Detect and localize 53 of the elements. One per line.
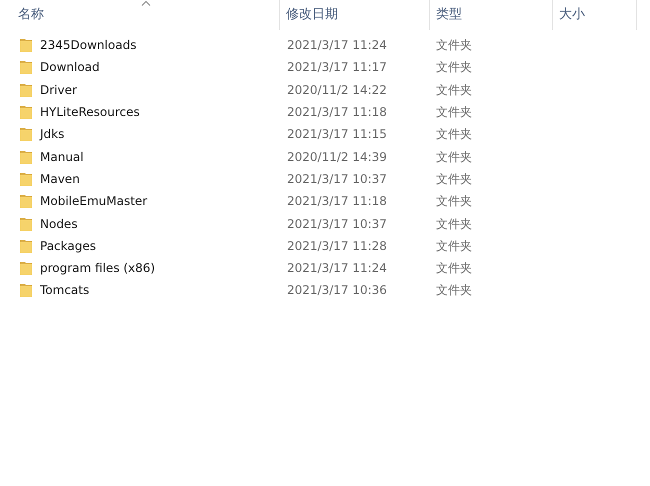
- file-type: 文件夹: [436, 216, 472, 233]
- file-name[interactable]: HYLiteResources: [40, 103, 140, 122]
- file-name[interactable]: Maven: [40, 170, 80, 188]
- folder-icon: [20, 172, 32, 186]
- file-name[interactable]: program files (x86): [40, 259, 156, 278]
- folder-icon: [20, 216, 32, 231]
- file-type: 文件夹: [436, 37, 472, 54]
- modified-date: 2021/3/17 11:15: [287, 126, 387, 144]
- modified-date: 2021/3/17 10:36: [287, 282, 387, 300]
- file-name[interactable]: Driver: [40, 80, 77, 99]
- folder-icon: [20, 38, 32, 52]
- modified-date: 2021/3/17 11:18: [287, 193, 387, 210]
- modified-date: 2021/3/17 10:37: [287, 170, 387, 188]
- folder-icon: [20, 105, 32, 120]
- file-type: 文件夹: [436, 260, 472, 278]
- file-type: 文件夹: [436, 82, 472, 99]
- column-header[interactable]: 类型: [436, 5, 462, 25]
- folder-icon: [20, 261, 32, 276]
- file-type: 文件夹: [436, 59, 472, 76]
- file-name[interactable]: Manual: [40, 148, 84, 166]
- file-type: 文件夹: [436, 126, 472, 144]
- file-type: 文件夹: [436, 148, 472, 166]
- column-header[interactable]: 大小: [559, 5, 585, 25]
- folder-icon: [20, 127, 32, 142]
- file-name[interactable]: Tomcats: [40, 281, 90, 300]
- folder-icon: [20, 283, 32, 298]
- file-type: 文件夹: [436, 104, 472, 122]
- folder-icon: [20, 150, 32, 164]
- modified-date: 2020/11/2 14:39: [287, 148, 387, 166]
- file-name[interactable]: Nodes: [40, 214, 78, 233]
- file-type: 文件夹: [436, 170, 472, 188]
- folder-icon: [20, 194, 32, 208]
- modified-date: 2021/3/17 11:28: [287, 238, 387, 255]
- column-header[interactable]: 名称: [18, 5, 44, 25]
- file-name[interactable]: Download: [40, 58, 100, 76]
- modified-date: 2020/11/2 14:22: [287, 82, 387, 99]
- file-name[interactable]: Packages: [40, 236, 96, 255]
- file-name[interactable]: 2345Downloads: [40, 36, 136, 54]
- sort-ascending-icon: [140, 0, 150, 6]
- file-type: 文件夹: [436, 193, 472, 210]
- folder-icon: [20, 60, 32, 74]
- file-name[interactable]: MobileEmuMaster: [40, 192, 148, 210]
- folder-icon: [20, 238, 32, 253]
- modified-date: 2021/3/17 11:24: [287, 37, 387, 54]
- modified-date: 2021/3/17 10:37: [287, 216, 387, 233]
- column-header[interactable]: 修改日期: [286, 5, 338, 25]
- modified-date: 2021/3/17 11:17: [287, 59, 387, 76]
- file-type: 文件夹: [436, 238, 472, 255]
- modified-date: 2021/3/17 11:24: [287, 260, 387, 278]
- folder-icon: [20, 82, 32, 97]
- file-name[interactable]: Jdks: [40, 125, 64, 144]
- modified-date: 2021/3/17 11:18: [287, 104, 387, 122]
- file-type: 文件夹: [436, 282, 472, 300]
